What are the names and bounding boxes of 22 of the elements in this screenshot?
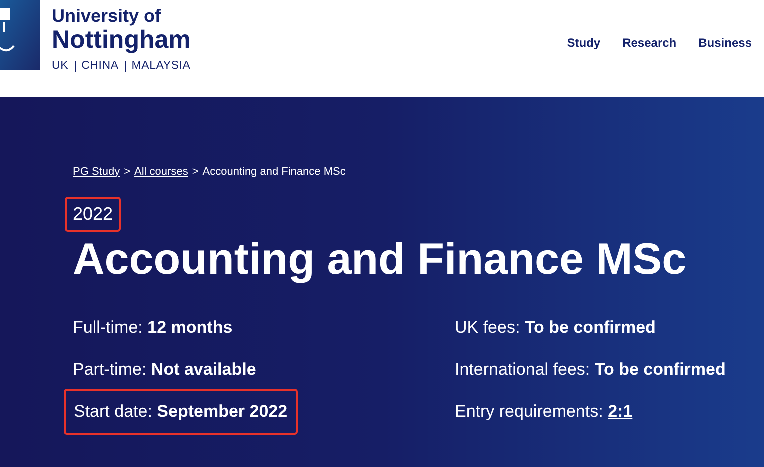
course-fact: UK fees: To be confirmed bbox=[455, 318, 656, 337]
logo-tagline: CHINA bbox=[82, 59, 119, 74]
breadcrumb-link[interactable]: PG Study bbox=[73, 164, 120, 180]
nav-link[interactable]: Research bbox=[622, 34, 677, 52]
logo-line: University of bbox=[52, 6, 162, 26]
course-fact: Full-time: 12 months bbox=[73, 318, 233, 337]
breadcrumb-link[interactable]: All courses bbox=[134, 164, 188, 180]
nav-link[interactable]: Business bbox=[698, 34, 752, 52]
nav-link[interactable]: Study bbox=[567, 34, 601, 52]
course-fact: Entry requirements: 2:1 bbox=[455, 402, 633, 421]
course-title: Accounting and Finance MSc bbox=[73, 235, 688, 285]
course-fact: International fees: To be confirmed bbox=[455, 360, 726, 379]
course-fact: Start date: September 2022 bbox=[74, 402, 288, 421]
logo-tagline: MALAYSIA bbox=[132, 59, 191, 74]
breadcrumb-separator: > bbox=[192, 164, 199, 180]
logo-tagline: UK bbox=[52, 59, 69, 74]
breadcrumb-current: Accounting and Finance MSc bbox=[202, 164, 346, 180]
logo-wordmark: Nottingham bbox=[52, 26, 191, 54]
entry-requirements-link[interactable]: 2:1 bbox=[608, 402, 633, 421]
course-fact: Part-time: Not available bbox=[73, 360, 256, 379]
breadcrumb-separator: > bbox=[124, 164, 131, 180]
course-year: 2022 bbox=[73, 204, 114, 224]
